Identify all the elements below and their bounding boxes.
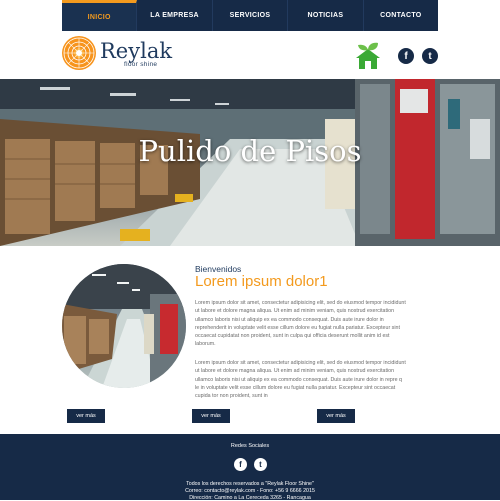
- eco-house-leaf-icon: [356, 42, 380, 69]
- brand-tagline: floor shine: [124, 61, 158, 68]
- hero-title: Pulido de Pisos: [138, 134, 362, 168]
- site-footer: Redes Sociales f t Todos los derechos re…: [0, 434, 500, 501]
- hero-banner: Pulido de Pisos: [0, 79, 500, 246]
- footer-address: Dirección: Camino a La Cereceda 3265 - R…: [189, 495, 311, 501]
- ver-mas-button-2[interactable]: ver más: [192, 409, 230, 423]
- footer-twitter-icon[interactable]: t: [254, 458, 267, 471]
- nav-item-inicio[interactable]: INICIO: [62, 0, 138, 31]
- main-nav: INICIO LA EMPRESA SERVICIOS NOTICIAS CON…: [62, 0, 438, 31]
- ver-mas-button-1[interactable]: ver más: [67, 409, 105, 423]
- warehouse-photo: [62, 264, 186, 388]
- top-bar: INICIO LA EMPRESA SERVICIOS NOTICIAS CON…: [0, 0, 500, 31]
- brand-name[interactable]: Reylak: [100, 39, 172, 63]
- footer-social-title: Redes Sociales: [230, 443, 270, 449]
- site-header: Reylak floor shine f t: [0, 31, 500, 79]
- section-headline: Lorem ipsum dolor1: [195, 273, 328, 290]
- paragraph-1: Lorem ipsum dolor sit amet, consectetur …: [195, 300, 406, 348]
- logo-mandala-icon[interactable]: [62, 36, 96, 70]
- welcome-section: Bienvenidos Lorem ipsum dolor1 Lorem ips…: [0, 246, 500, 434]
- nav-item-noticias[interactable]: NOTICIAS: [288, 0, 364, 31]
- footer-copyright: Todos los derechos reservados a "Reylak …: [186, 481, 314, 487]
- twitter-icon[interactable]: t: [422, 48, 438, 64]
- paragraph-2: Lorem ipsum dolor sit amet, consectetur …: [195, 360, 406, 400]
- footer-contact: Correo: contacto@reylak.com - Fono: +56 …: [185, 488, 315, 494]
- facebook-icon[interactable]: f: [398, 48, 414, 64]
- ver-mas-button-3[interactable]: ver más: [317, 409, 355, 423]
- nav-item-la-empresa[interactable]: LA EMPRESA: [137, 0, 213, 31]
- footer-facebook-icon[interactable]: f: [234, 458, 247, 471]
- nav-item-contacto[interactable]: CONTACTO: [364, 0, 438, 31]
- nav-item-servicios[interactable]: SERVICIOS: [213, 0, 289, 31]
